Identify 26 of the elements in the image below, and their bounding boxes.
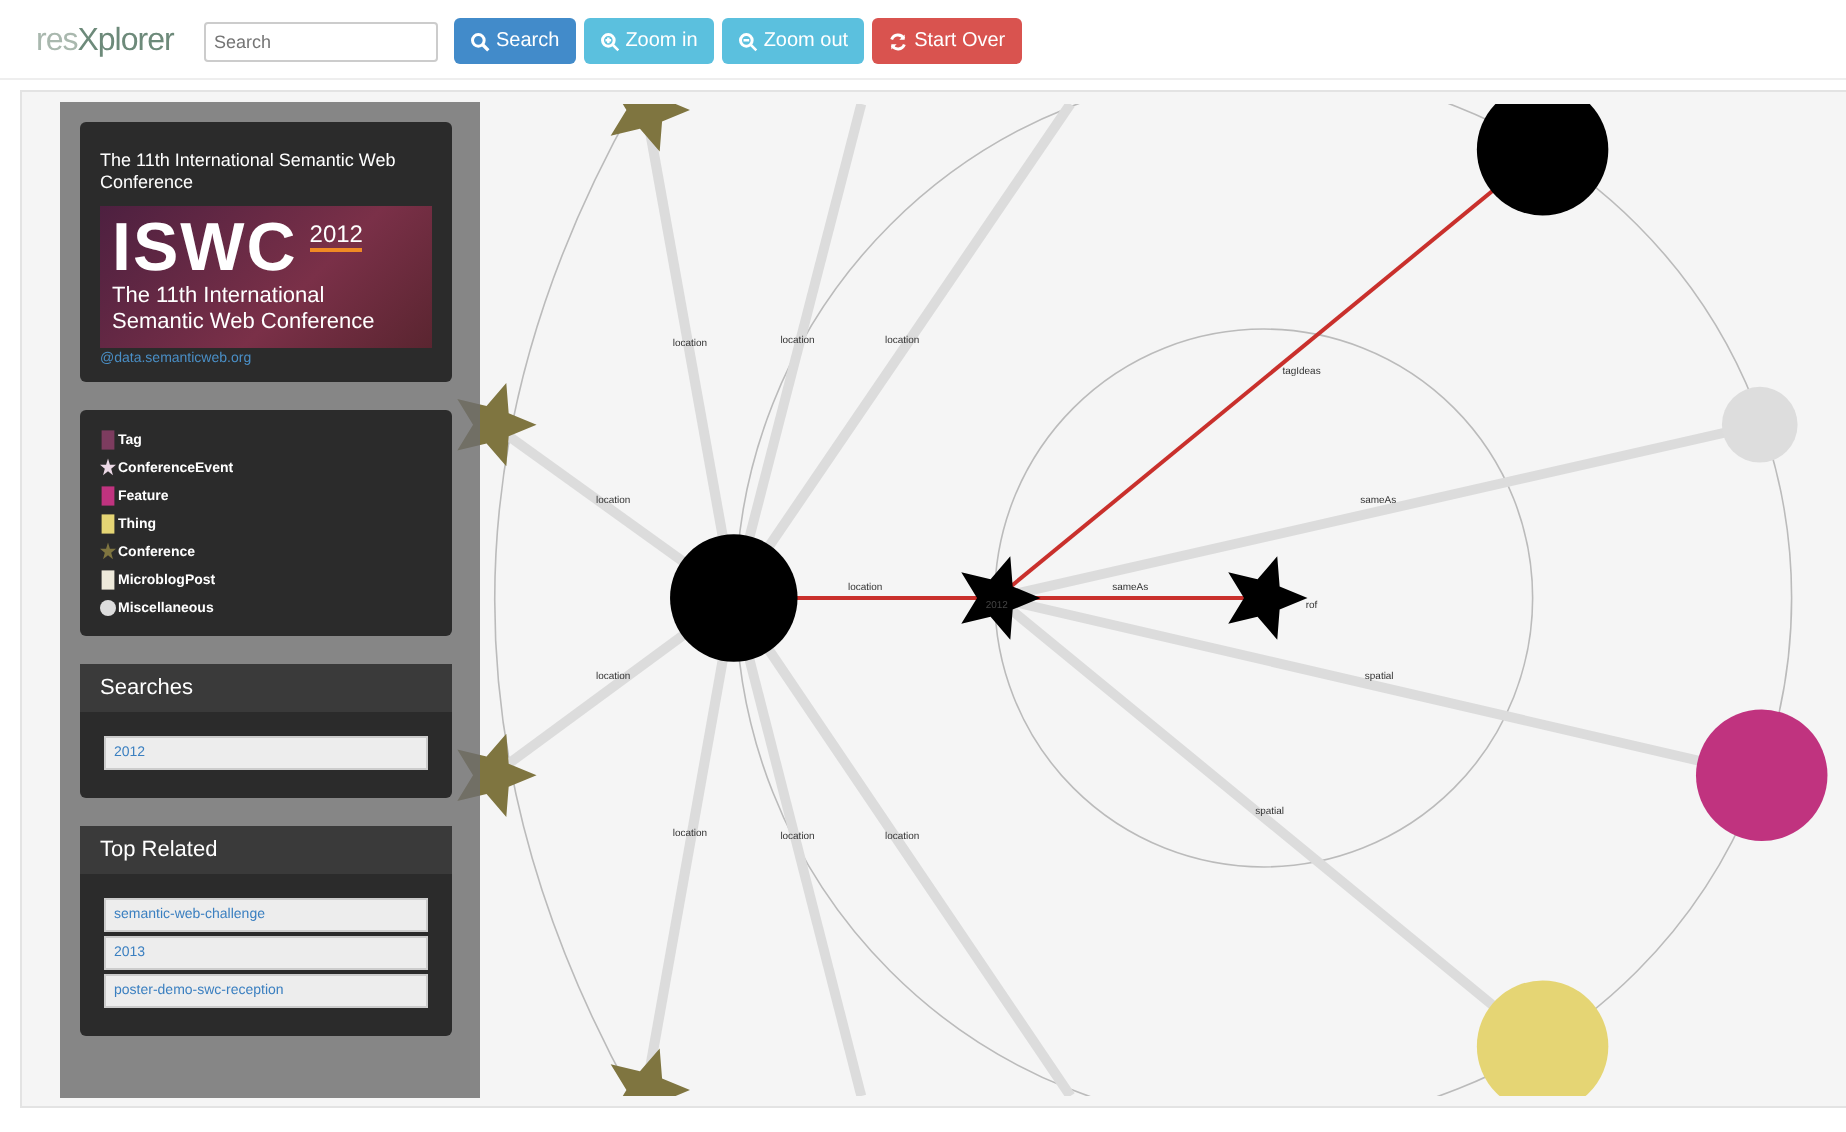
star-node[interactable] — [961, 556, 1041, 640]
banner-text: Semantic Web Conference — [112, 310, 375, 336]
graph-node[interactable] — [1476, 980, 1609, 1097]
graph-node[interactable] — [1721, 386, 1798, 463]
conference-title: The 11th International Semantic Web Conference — [100, 150, 398, 194]
search-field[interactable]: Search — [204, 21, 438, 61]
graph-node[interactable] — [1476, 103, 1609, 216]
banner-year: 2012 — [309, 220, 363, 252]
logo: resXplorer — [36, 23, 176, 59]
star-node[interactable] — [610, 103, 690, 152]
search-icon — [470, 31, 490, 51]
start-over-button[interactable]: Start Over — [872, 18, 1022, 64]
zoom-out-button[interactable]: Zoom out — [721, 18, 865, 64]
search-button[interactable]: Search — [454, 18, 576, 64]
banner-text: The 11th International — [112, 284, 325, 310]
searches-heading: Searches — [80, 664, 452, 712]
refresh-icon — [888, 31, 909, 51]
zoom-in-icon — [599, 31, 620, 51]
graph-node[interactable] — [670, 534, 798, 662]
graph-node[interactable] — [1696, 709, 1828, 842]
banner-acronym: ISWC — [112, 212, 298, 284]
zoom-out-icon — [737, 31, 758, 51]
top-related-heading: Top Related — [80, 826, 452, 874]
star-node[interactable] — [1228, 556, 1308, 640]
zoom-in-button[interactable]: Zoom in — [583, 18, 714, 64]
star-node[interactable] — [610, 1048, 690, 1097]
